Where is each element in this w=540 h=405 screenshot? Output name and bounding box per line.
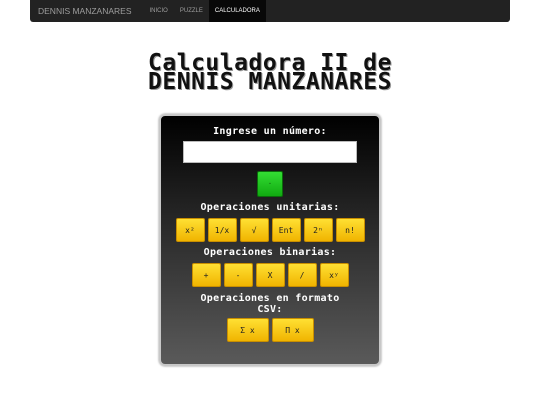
subtract-button[interactable]: - xyxy=(223,263,253,287)
binary-buttons-row: + - X / xʸ xyxy=(161,263,379,287)
number-input[interactable] xyxy=(183,141,357,163)
factorial-button[interactable]: n! xyxy=(335,218,365,242)
calculator-panel: Ingrese un número: · Operaciones unitari… xyxy=(159,114,381,366)
csv-buttons-row: Σ x Π x xyxy=(161,318,379,342)
integer-part-button[interactable]: Ent xyxy=(271,218,301,242)
square-button[interactable]: x² xyxy=(175,218,205,242)
number-input-label: Ingrese un número: xyxy=(213,126,327,137)
csv-operations-label-line-2: CSV: xyxy=(257,304,283,315)
square-root-button[interactable]: √ xyxy=(239,218,269,242)
binary-operations-label: Operaciones binarias: xyxy=(203,247,337,258)
nav-item-inicio[interactable]: INICIO xyxy=(144,0,174,22)
submit-number-button[interactable]: · xyxy=(257,171,283,197)
multiply-button[interactable]: X xyxy=(255,263,285,287)
power-button[interactable]: xʸ xyxy=(319,263,349,287)
navbar-brand[interactable]: DENNIS MANZANARES xyxy=(30,6,144,16)
product-button[interactable]: Π x xyxy=(271,318,314,342)
unary-operations-label: Operaciones unitarias: xyxy=(200,202,340,213)
unary-buttons-row: x² 1/x √ Ent 2ⁿ n! xyxy=(161,218,379,242)
reciprocal-button[interactable]: 1/x xyxy=(207,218,237,242)
sum-button[interactable]: Σ x xyxy=(226,318,269,342)
page-title-line-2: DENNIS MANZANARES xyxy=(148,69,392,95)
nav-item-puzzle[interactable]: PUZZLE xyxy=(174,0,209,22)
csv-operations-label-line-1: Operaciones en formato xyxy=(200,293,340,304)
add-button[interactable]: + xyxy=(191,263,221,287)
power-of-two-button[interactable]: 2ⁿ xyxy=(303,218,333,242)
nav-item-calculadora[interactable]: CALCULADORA xyxy=(208,0,266,22)
csv-operations-label: Operaciones en formato CSV: xyxy=(161,293,379,315)
divide-button[interactable]: / xyxy=(287,263,317,287)
top-navbar: DENNIS MANZANARES INICIO PUZZLE CALCULAD… xyxy=(30,0,510,22)
page-title: Calculadora II de DENNIS MANZANARES xyxy=(0,52,540,95)
